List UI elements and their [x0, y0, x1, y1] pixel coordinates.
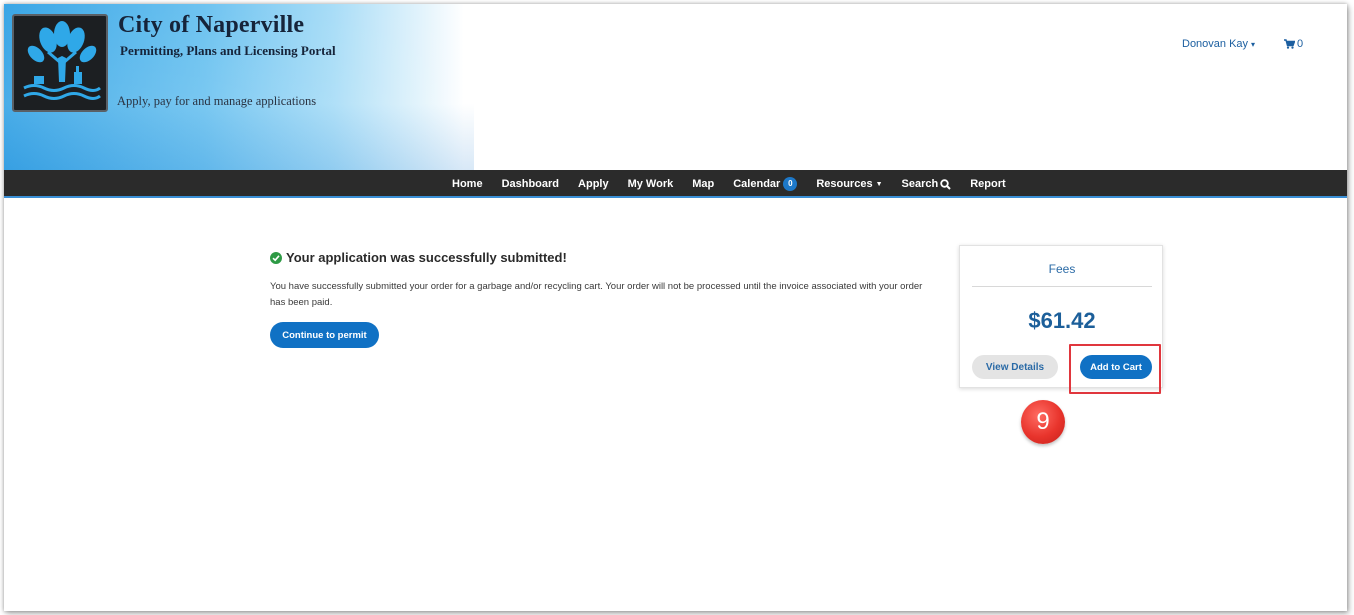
nav-my-work-label: My Work	[627, 178, 674, 190]
site-subtitle: Permitting, Plans and Licensing Portal	[120, 43, 336, 58]
view-details-button[interactable]: View Details	[972, 355, 1058, 379]
user-menu[interactable]: Donovan Kay ▾	[1182, 38, 1255, 50]
nav-dashboard-label: Dashboard	[501, 178, 560, 190]
step-number-marker: 9	[1021, 400, 1065, 444]
nav-resources-label: Resources	[816, 178, 873, 190]
cart-link[interactable]: 0	[1284, 38, 1303, 50]
nav-home[interactable]: Home	[452, 178, 483, 190]
shopping-cart-icon	[1284, 39, 1295, 49]
caret-down-icon: ▾	[1251, 40, 1256, 49]
site-tagline: Apply, pay for and manage applications	[117, 94, 317, 108]
nav-report[interactable]: Report	[970, 178, 1005, 190]
nav-my-work[interactable]: My Work	[628, 178, 674, 190]
nav-resources[interactable]: Resources ▼	[816, 178, 882, 190]
highlight-box	[1069, 344, 1161, 394]
check-circle-icon	[270, 251, 282, 264]
nav-calendar-label: Calendar	[733, 178, 781, 190]
search-icon	[940, 178, 951, 190]
nav-apply[interactable]: Apply	[578, 178, 609, 190]
fees-amount: $61.42	[1028, 308, 1096, 333]
nav-calendar[interactable]: Calendar 0	[733, 177, 798, 191]
nav-report-label: Report	[970, 178, 1006, 190]
caret-down-icon: ▼	[875, 180, 883, 188]
nav-search-label: Search	[901, 178, 939, 190]
continue-to-permit-button[interactable]: Continue to permit	[270, 322, 379, 348]
success-message: You have successfully submitted your ord…	[270, 281, 923, 308]
nav-dashboard[interactable]: Dashboard	[502, 178, 559, 190]
fees-divider	[972, 286, 1152, 287]
site-header: City of Naperville Permitting, Plans and…	[4, 4, 1347, 170]
success-heading: Your application was successfully submit…	[270, 250, 567, 265]
city-logo[interactable]	[12, 14, 108, 112]
calendar-count-badge: 0	[783, 177, 798, 191]
browser-page: City of Naperville Permitting, Plans and…	[4, 4, 1347, 611]
site-title: City of Naperville	[118, 12, 305, 38]
fees-title: Fees	[1048, 262, 1076, 276]
nav-home-label: Home	[452, 178, 483, 190]
nav-search[interactable]: Search	[902, 178, 952, 190]
main-nav: Home Dashboard Apply My Work Map Calenda…	[4, 170, 1347, 198]
success-heading-text: Your application was successfully submit…	[286, 250, 567, 265]
cart-count: 0	[1297, 38, 1304, 50]
nav-apply-label: Apply	[578, 178, 609, 190]
nav-map[interactable]: Map	[692, 178, 714, 190]
nav-map-label: Map	[692, 178, 715, 190]
user-name: Donovan Kay	[1182, 38, 1249, 50]
tree-logo-icon	[18, 20, 104, 108]
